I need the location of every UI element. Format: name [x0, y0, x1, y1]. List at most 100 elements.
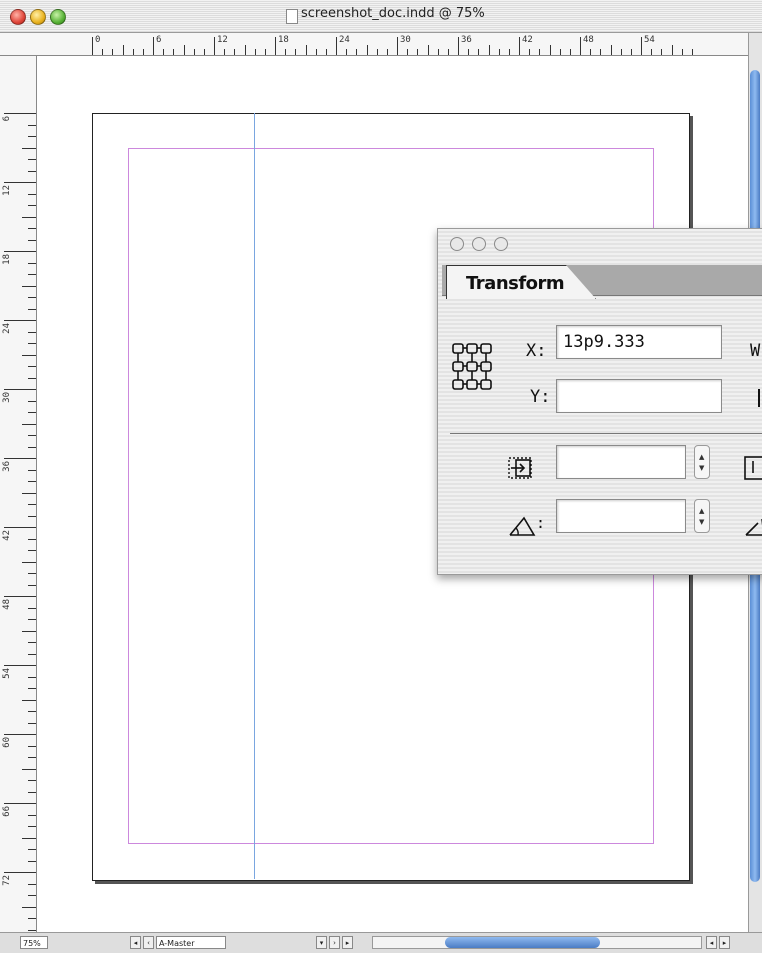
ruler-v-minor-tick: [28, 791, 36, 793]
ruler-h-minor-tick: [661, 49, 663, 55]
prev-page-button[interactable]: ‹: [143, 936, 154, 949]
ruler-v-label: 6: [2, 116, 12, 122]
scale-x-field[interactable]: [556, 445, 686, 479]
ruler-v-label: 48: [2, 599, 12, 610]
ruler-v-minor-tick: [28, 814, 36, 816]
ruler-v-label: 42: [2, 530, 12, 541]
ruler-v-minor-tick: [22, 423, 36, 425]
ruler-h-minor-tick: [122, 45, 124, 55]
ruler-v-minor-tick: [28, 653, 36, 655]
ruler-h-minor-tick: [478, 49, 480, 55]
scroll-left-button[interactable]: ◂: [706, 936, 717, 949]
ruler-v-minor-tick: [28, 757, 36, 758]
ruler-h-minor-tick: [224, 49, 226, 55]
ruler-h-minor-tick: [254, 49, 256, 55]
ruler-v-minor-tick: [28, 193, 36, 195]
scroll-right-button[interactable]: ▸: [719, 936, 730, 949]
first-page-button[interactable]: ◂: [130, 936, 141, 949]
ruler-v-minor-tick: [28, 274, 36, 275]
ruler-v-minor-tick: [22, 837, 36, 839]
horizontal-ruler[interactable]: 0 6 12 18 24 30 36 42 48 54: [36, 33, 748, 56]
ruler-v-minor-tick: [28, 297, 36, 298]
ruler-v-minor-tick: [28, 377, 36, 379]
ruler-v-minor-tick: [28, 619, 36, 620]
ruler-v-minor-tick: [28, 584, 36, 586]
h-field-edge: [758, 389, 760, 407]
ruler-v-major-tick: [4, 803, 36, 804]
ruler-v-minor-tick: [28, 504, 36, 505]
palette-zoom-button[interactable]: [494, 237, 508, 251]
ruler-v-minor-tick: [28, 262, 36, 264]
ruler-v-label: 54: [2, 668, 12, 679]
palette-divider: [450, 433, 762, 434]
ruler-h-minor-tick: [488, 45, 490, 55]
ruler-h-minor-tick: [264, 49, 266, 55]
ruler-h-minor-tick: [610, 45, 612, 55]
ruler-h-minor-tick: [295, 49, 297, 55]
angle-colon: :: [536, 514, 546, 532]
ruler-v-major-tick: [4, 596, 36, 597]
vertical-ruler[interactable]: 6 12 18 24 30 36 42 48 54 60 66 72: [0, 56, 37, 932]
close-window-button[interactable]: [10, 9, 26, 25]
ruler-v-label: 24: [2, 323, 12, 334]
scale-y-icon: [744, 456, 762, 480]
horizontal-scroll-thumb[interactable]: [445, 937, 600, 948]
ruler-h-label: 24: [339, 35, 350, 45]
ruler-v-minor-tick: [28, 688, 36, 689]
palette-minimize-button[interactable]: [472, 237, 486, 251]
ruler-h-minor-tick: [142, 49, 144, 55]
minimize-window-button[interactable]: [30, 9, 46, 25]
zoom-level-field[interactable]: 75%: [20, 936, 48, 949]
ruler-h-label: 36: [461, 35, 472, 45]
rotation-angle-field[interactable]: [556, 499, 686, 533]
page-menu-button[interactable]: ▾: [316, 936, 327, 949]
ruler-h-minor-tick: [203, 49, 205, 55]
w-label: W: [750, 341, 761, 361]
ruler-h-minor-tick: [529, 49, 531, 55]
title-bar[interactable]: screenshot_doc.indd @ 75%: [0, 0, 762, 33]
zoom-window-button[interactable]: [50, 9, 66, 25]
ruler-v-label: 12: [2, 185, 12, 196]
ruler-v-minor-tick: [28, 826, 36, 827]
ruler-v-minor-tick: [28, 343, 36, 344]
transform-palette: Transform X: 13p9.333 W Y: ▲ ▼: ▲ ▼: [437, 228, 762, 575]
ruler-v-minor-tick: [28, 722, 36, 724]
scale-x-stepper[interactable]: ▲ ▼: [694, 445, 710, 479]
ruler-v-minor-tick: [28, 538, 36, 540]
palette-close-button[interactable]: [450, 237, 464, 251]
ruler-h-minor-tick: [590, 49, 592, 55]
ruler-v-minor-tick: [28, 918, 36, 919]
ruler-h-minor-tick: [437, 49, 439, 55]
reference-point-icon[interactable]: [452, 343, 492, 391]
ruler-v-minor-tick: [28, 205, 36, 206]
page-field[interactable]: A-Master: [156, 936, 226, 949]
ruler-v-minor-tick: [28, 159, 36, 160]
ruler-h-minor-tick: [376, 49, 378, 55]
ruler-h-major-tick: [458, 37, 459, 55]
x-position-field[interactable]: 13p9.333: [556, 325, 722, 359]
ruler-h-minor-tick: [498, 49, 500, 55]
ruler-v-minor-tick: [28, 136, 36, 137]
ruler-v-minor-tick: [28, 849, 36, 850]
rotation-angle-stepper[interactable]: ▲ ▼: [694, 499, 710, 533]
ruler-h-major-tick: [214, 37, 215, 55]
ruler-h-minor-tick: [386, 49, 388, 55]
ruler-h-minor-tick: [569, 49, 571, 55]
ruler-h-major-tick: [580, 37, 581, 55]
ruler-h-minor-tick: [315, 49, 317, 55]
y-position-field[interactable]: [556, 379, 722, 413]
ruler-v-minor-tick: [28, 860, 36, 862]
next-page-button[interactable]: ›: [329, 936, 340, 949]
ruler-h-minor-tick: [112, 49, 114, 55]
ruler-origin[interactable]: [0, 33, 37, 56]
ruler-h-major-tick: [397, 37, 398, 55]
ruler-v-minor-tick: [28, 412, 36, 413]
window-title: screenshot_doc.indd @ 75%: [301, 6, 485, 21]
ruler-v-minor-tick: [28, 780, 36, 781]
ruler-h-minor-tick: [508, 49, 510, 55]
last-page-button[interactable]: ▸: [342, 936, 353, 949]
ruler-h-label: 0: [95, 35, 101, 45]
column-guide[interactable]: [254, 113, 255, 879]
tab-transform-label: Transform: [466, 273, 565, 294]
scale-x-icon: [508, 457, 532, 479]
